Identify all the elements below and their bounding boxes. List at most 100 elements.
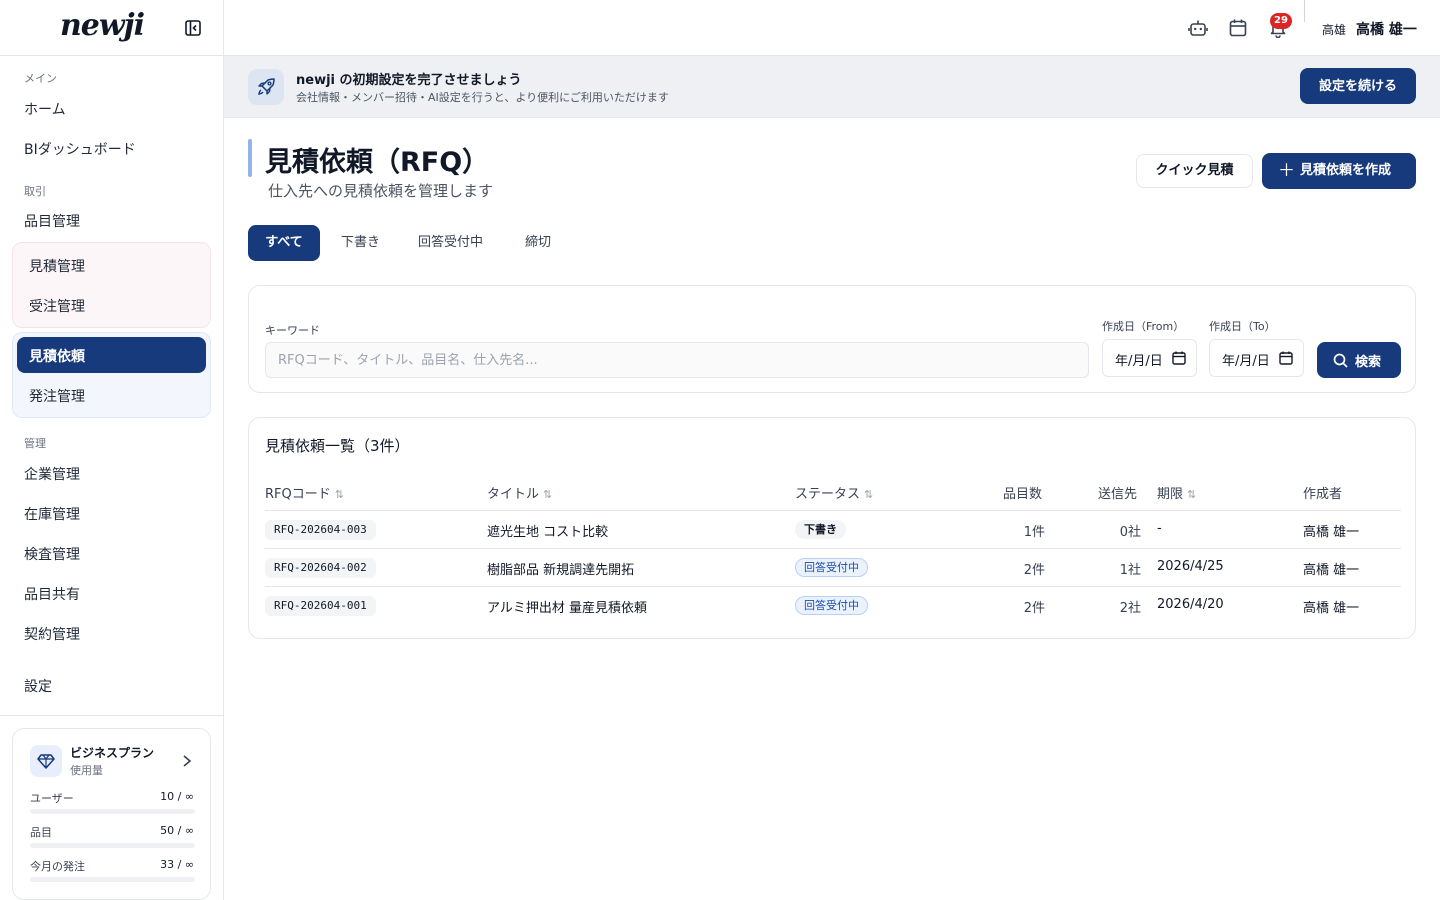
notification-badge: 29 <box>1270 13 1292 29</box>
column-header-title[interactable]: タイトル ⇅ <box>487 483 552 502</box>
sidebar-item-purchase[interactable]: 発注管理 <box>29 386 85 406</box>
column-header-label: ステータス <box>795 487 861 502</box>
table-row[interactable]: RFQ-202604-001 アルミ押出材 量産見積依頼 回答受付中 2件 2社… <box>265 587 1401 625</box>
page-subtitle: 仕入先への見積依頼を管理します <box>268 182 494 200</box>
tab-draft[interactable]: 下書き <box>341 225 380 261</box>
rfq-title[interactable]: 遮光生地 コスト比較 <box>487 521 608 540</box>
author: 高橋 雄一 <box>1303 601 1360 616</box>
usage-value: 50 / ∞ <box>160 824 194 837</box>
sort-icon[interactable]: ⇅ <box>864 488 873 501</box>
search-icon <box>1333 353 1348 368</box>
table-row[interactable]: RFQ-202604-003 遮光生地 コスト比較 下書き 1件 0社 - 高橋… <box>265 511 1401 549</box>
rfq-code[interactable]: RFQ-202604-002 <box>265 558 376 578</box>
rocket-icon <box>258 78 275 95</box>
column-header-label: 期限 <box>1157 487 1184 502</box>
sidebar-item-contract[interactable]: 契約管理 <box>24 624 80 644</box>
plan-subtitle: 使用量 <box>70 764 103 777</box>
search-button[interactable]: 検索 <box>1317 342 1401 378</box>
title-accent <box>248 139 252 177</box>
column-header-deadline[interactable]: 期限 ⇅ <box>1157 483 1196 502</box>
usage-bar <box>30 843 195 848</box>
tab-accepting[interactable]: 回答受付中 <box>418 225 483 261</box>
sort-icon[interactable]: ⇅ <box>1187 488 1196 501</box>
item-count: 2件 <box>1023 601 1045 616</box>
deadline: 2026/4/20 <box>1157 597 1224 612</box>
date-to-input[interactable]: 年/月/日 <box>1209 339 1304 377</box>
create-rfq-button[interactable]: ＋ 見積依頼を作成 <box>1262 153 1416 189</box>
calendar-icon[interactable] <box>1228 18 1248 38</box>
table-title: 見積依頼一覧（3件） <box>265 437 410 455</box>
usage-bar <box>30 809 195 814</box>
column-header-author: 作成者 <box>1303 487 1343 502</box>
sort-icon[interactable]: ⇅ <box>335 488 344 501</box>
table-row[interactable]: RFQ-202604-002 樹脂部品 新規調達先開拓 回答受付中 2件 1社 … <box>265 549 1401 587</box>
sidebar-item-share[interactable]: 品目共有 <box>24 584 80 604</box>
usage-value: 33 / ∞ <box>160 858 194 871</box>
usage-label: ユーザー <box>30 792 74 805</box>
column-header-status[interactable]: ステータス ⇅ <box>795 483 873 502</box>
diamond-icon <box>37 754 55 769</box>
rfq-title[interactable]: 樹脂部品 新規調達先開拓 <box>487 559 634 578</box>
continue-setup-button[interactable]: 設定を続ける <box>1300 68 1416 104</box>
plan-card[interactable]: ビジネスプラン 使用量 ユーザー 10 / ∞ 品目 50 / ∞ 今月の発注 … <box>12 728 211 900</box>
sidebar-item-order-recv[interactable]: 受注管理 <box>29 296 85 316</box>
topbar-separator <box>1304 0 1305 22</box>
create-rfq-label: 見積依頼を作成 <box>1300 163 1392 178</box>
keyword-label: キーワード <box>265 324 320 337</box>
plan-icon-wrap <box>30 745 62 777</box>
column-header-label: RFQコード <box>265 487 331 502</box>
status-badge: 回答受付中 <box>795 558 868 577</box>
sort-icon[interactable]: ⇅ <box>543 488 552 501</box>
calendar-icon <box>1172 351 1186 365</box>
tab-closed[interactable]: 締切 <box>525 225 551 261</box>
status-badge: 下書き <box>795 520 846 539</box>
sidebar-item-inventory[interactable]: 在庫管理 <box>24 504 80 524</box>
author: 高橋 雄一 <box>1303 563 1360 578</box>
rfq-title[interactable]: アルミ押出材 量産見積依頼 <box>487 597 647 616</box>
sidebar-item-bi[interactable]: BIダッシュボード <box>24 139 136 159</box>
date-from-placeholder: 年/月/日 <box>1115 354 1163 369</box>
rfq-table-card: 見積依頼一覧（3件） RFQコード ⇅ タイトル ⇅ ステータス ⇅ 品目数 送信先 … <box>248 417 1416 639</box>
quick-estimate-button[interactable]: クイック見積 <box>1136 154 1253 188</box>
sidebar-item-rfq-label: 見積依頼 <box>29 349 85 365</box>
usage-label: 品目 <box>30 826 52 839</box>
sidebar-item-company[interactable]: 企業管理 <box>24 464 80 484</box>
date-from-input[interactable]: 年/月/日 <box>1102 339 1197 377</box>
sidebar-item-settings[interactable]: 設定 <box>24 676 52 696</box>
user-avatar-text[interactable]: 高雄 <box>1322 21 1346 38</box>
item-count: 1件 <box>1023 525 1045 540</box>
chevron-right-icon[interactable] <box>181 754 193 768</box>
date-from-label: 作成日（From） <box>1102 320 1185 333</box>
column-header-label: タイトル <box>487 487 540 502</box>
logo[interactable]: newji <box>60 8 145 43</box>
banner-title: newji の初期設定を完了させましょう <box>296 73 522 88</box>
recipient-count: 1社 <box>1119 563 1141 578</box>
tab-all[interactable]: すべて <box>248 225 320 261</box>
author: 高橋 雄一 <box>1303 525 1360 540</box>
deadline: 2026/4/25 <box>1157 559 1224 574</box>
search-card: キーワード 作成日（From） 年/月/日 作成日（To） 年/月/日 検索 <box>248 285 1416 393</box>
sidebar-item-inspection[interactable]: 検査管理 <box>24 544 80 564</box>
sidebar-collapse-icon[interactable] <box>184 19 202 37</box>
date-to-label: 作成日（To） <box>1209 320 1276 333</box>
onboarding-banner: newji の初期設定を完了させましょう 会社情報・メンバー招待・AI設定を行う… <box>224 56 1440 118</box>
user-name[interactable]: 高橋 雄一 <box>1356 19 1417 39</box>
topbar: 29 高雄 高橋 雄一 <box>224 0 1440 56</box>
rfq-code[interactable]: RFQ-202604-001 <box>265 596 376 616</box>
nav-section-main: メイン <box>24 72 57 85</box>
plan-title: ビジネスプラン <box>70 746 155 760</box>
column-header-item-count: 品目数 <box>1003 487 1043 502</box>
sidebar-item-estimate[interactable]: 見積管理 <box>29 256 85 276</box>
robot-icon[interactable] <box>1188 18 1208 38</box>
banner-subtitle: 会社情報・メンバー招待・AI設定を行うと、より便利にご利用いただけます <box>296 91 669 104</box>
column-header-code[interactable]: RFQコード ⇅ <box>265 483 344 502</box>
column-header-recipients: 送信先 <box>1098 487 1138 502</box>
banner-icon-wrap <box>248 69 284 105</box>
sidebar: newji メイン ホーム BIダッシュボード 取引 品目管理 見積管理 受注管… <box>0 0 224 900</box>
calendar-icon <box>1279 351 1293 365</box>
keyword-input[interactable] <box>265 342 1089 378</box>
sidebar-item-items[interactable]: 品目管理 <box>24 211 80 231</box>
rfq-code[interactable]: RFQ-202604-003 <box>265 520 376 540</box>
sidebar-item-rfq[interactable]: 見積依頼 <box>17 337 206 373</box>
sidebar-item-home[interactable]: ホーム <box>24 99 66 119</box>
